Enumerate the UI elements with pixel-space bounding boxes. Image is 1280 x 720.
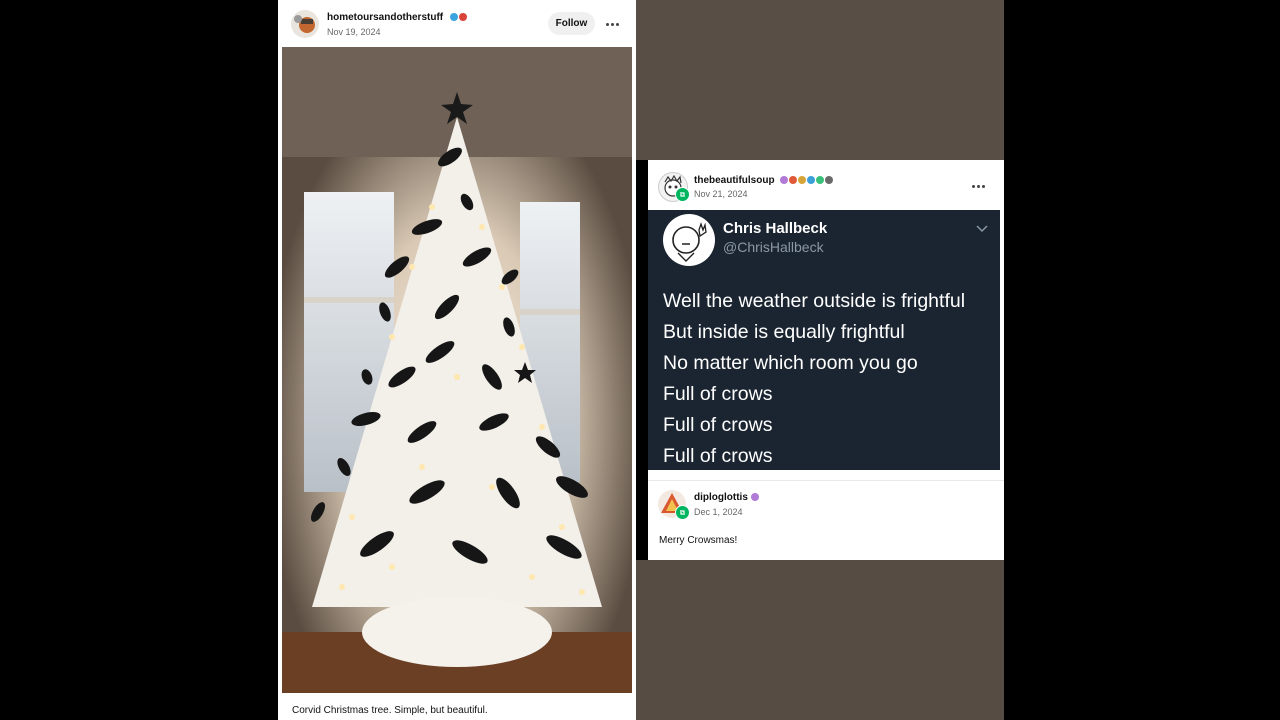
user-badges: [751, 493, 759, 501]
tweet-line: Full of crows: [663, 383, 773, 405]
avatar[interactable]: [291, 10, 319, 38]
background-block-top: [636, 0, 1004, 160]
badge-icon: [825, 176, 833, 184]
more-horizontal-icon[interactable]: [968, 179, 988, 193]
post-date: Nov 21, 2024: [694, 189, 748, 199]
badge-icon: [780, 176, 788, 184]
tweet-avatar: [663, 214, 715, 266]
post-caption: Corvid Christmas tree. Simple, but beaut…: [292, 705, 488, 716]
more-horizontal-icon[interactable]: [602, 17, 622, 31]
tweet-line: No matter which room you go: [663, 352, 918, 374]
badge-icon: [798, 176, 806, 184]
post-right: thebeautifulsoup Nov 21, 2024 Chris Hall…: [648, 160, 1004, 560]
tweet-text: Well the weather outside is frightful Bu…: [663, 286, 965, 472]
username[interactable]: hometoursandotherstuff: [327, 12, 443, 23]
username[interactable]: thebeautifulsoup: [694, 175, 775, 186]
badge-icon: [816, 176, 824, 184]
reply-text: Merry Crowsmas!: [659, 535, 738, 546]
reply-date: Dec 1, 2024: [694, 507, 743, 517]
badge-icon: [789, 176, 797, 184]
background-block-bottom: [636, 560, 1004, 720]
tweet-line: Well the weather outside is frightful: [663, 290, 966, 312]
badge-icon: [450, 13, 458, 21]
badge-icon: [807, 176, 815, 184]
post-date: Nov 19, 2024: [327, 27, 381, 37]
tweet-screenshot: Chris Hallbeck @ChrisHallbeck Well the w…: [648, 210, 1000, 470]
christmas-tree-image: [282, 47, 632, 693]
reblog-icon: [675, 505, 690, 520]
tweet-line: Full of crows: [663, 445, 773, 467]
tweet-line: But inside is equally frightful: [663, 321, 905, 343]
tweet-author-handle: @ChrisHallbeck: [723, 239, 824, 255]
reply-username[interactable]: diploglottis: [694, 492, 748, 503]
post-left: hometoursandotherstuff Nov 19, 2024 Foll…: [278, 0, 636, 720]
tweet-line: Full of crows: [663, 414, 773, 436]
user-badges: [780, 176, 833, 184]
divider: [648, 480, 1004, 481]
follow-button[interactable]: Follow: [548, 12, 595, 35]
user-badges: [450, 13, 467, 21]
badge-icon: [751, 493, 759, 501]
tweet-author-name: Chris Hallbeck: [723, 220, 828, 237]
badge-icon: [459, 13, 467, 21]
reblog-icon: [675, 187, 690, 202]
chevron-down-icon: [976, 225, 988, 233]
post-header: hometoursandotherstuff Nov 19, 2024 Foll…: [278, 0, 636, 46]
